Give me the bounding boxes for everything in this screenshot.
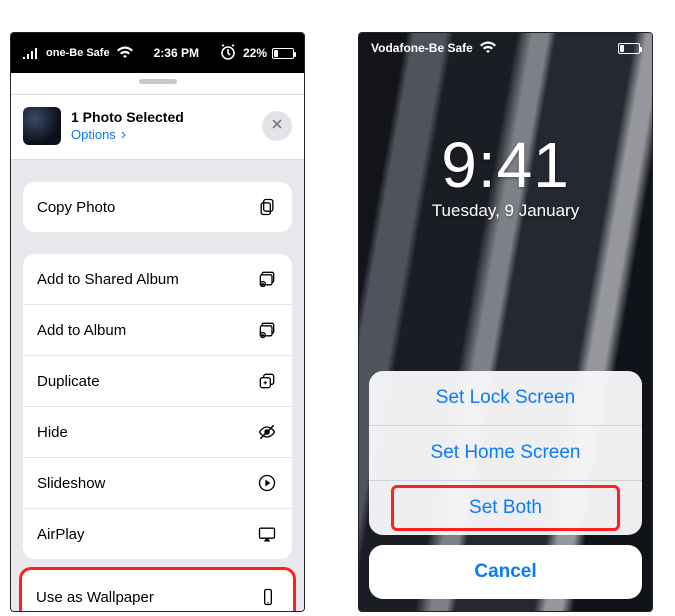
set-both-label: Set Both — [469, 497, 542, 518]
carrier-label: one-Be Safe — [46, 47, 110, 59]
options-link[interactable]: Options — [71, 127, 252, 144]
airplay-label: AirPlay — [37, 526, 85, 543]
add-shared-album-row[interactable]: Add to Shared Album — [23, 254, 292, 304]
duplicate-icon — [256, 370, 278, 392]
status-right: 22% — [218, 42, 294, 65]
status-time: 2:36 PM — [154, 46, 199, 60]
airplay-icon — [256, 523, 278, 545]
wallpaper-options-group: Set Lock Screen Set Home Screen Set Both — [369, 371, 642, 535]
add-album-row[interactable]: Add to Album — [23, 304, 292, 355]
wallpaper-preview-screenshot: Vodafone-Be Safe 9:41 Tuesday, 9 January… — [358, 32, 653, 612]
share-sheet-body: 1 Photo Selected Options Copy Photo — [11, 73, 304, 611]
set-lock-screen-button[interactable]: Set Lock Screen — [369, 371, 642, 425]
battery-icon — [272, 48, 294, 59]
use-as-wallpaper-label: Use as Wallpaper — [36, 589, 154, 606]
cellular-icon — [21, 42, 41, 65]
battery-icon — [618, 43, 640, 54]
add-album-label: Add to Album — [37, 322, 126, 339]
use-as-wallpaper-row[interactable]: Use as Wallpaper — [22, 570, 293, 612]
set-home-screen-label: Set Home Screen — [431, 442, 581, 463]
duplicate-label: Duplicate — [37, 373, 100, 390]
carrier-label: Vodafone-Be Safe — [371, 41, 473, 55]
cancel-button[interactable]: Cancel — [369, 545, 642, 599]
copy-photo-row[interactable]: Copy Photo — [23, 182, 292, 232]
share-sheet-screenshot: one-Be Safe 2:36 PM 22% 1 Photo Selected… — [10, 32, 305, 612]
wallpaper-action-sheet: Set Lock Screen Set Home Screen Set Both… — [369, 371, 642, 599]
close-icon — [270, 117, 284, 136]
airplay-row[interactable]: AirPlay — [23, 508, 292, 559]
action-group-1: Copy Photo — [23, 182, 292, 232]
shared-album-icon — [256, 268, 278, 290]
options-label: Options — [71, 127, 116, 144]
battery-pct: 22% — [243, 46, 267, 60]
set-home-screen-button[interactable]: Set Home Screen — [369, 425, 642, 480]
copy-photo-label: Copy Photo — [37, 199, 115, 216]
slideshow-row[interactable]: Slideshow — [23, 457, 292, 508]
photo-thumbnail[interactable] — [23, 107, 61, 145]
action-group-2: Add to Shared Album Add to Album Duplica… — [23, 254, 292, 559]
hide-label: Hide — [37, 424, 68, 441]
copy-photo-icon — [256, 196, 278, 218]
use-as-wallpaper-highlight: Use as Wallpaper — [19, 567, 296, 612]
slideshow-label: Slideshow — [37, 475, 105, 492]
share-sheet-header: 1 Photo Selected Options — [11, 95, 304, 160]
hide-icon — [256, 421, 278, 443]
status-bar: one-Be Safe 2:36 PM 22% — [11, 33, 304, 73]
duplicate-row[interactable]: Duplicate — [23, 355, 292, 406]
add-shared-album-label: Add to Shared Album — [37, 271, 179, 288]
lock-screen-clock: 9:41 Tuesday, 9 January — [359, 133, 652, 221]
lock-time: 9:41 — [359, 133, 652, 197]
play-icon — [256, 472, 278, 494]
wifi-icon — [478, 37, 498, 60]
add-album-icon — [256, 319, 278, 341]
cancel-label: Cancel — [474, 561, 536, 582]
status-bar: Vodafone-Be Safe — [359, 33, 652, 63]
status-left: one-Be Safe — [21, 42, 135, 65]
phone-icon — [257, 586, 279, 608]
lock-date: Tuesday, 9 January — [359, 201, 652, 221]
set-lock-screen-label: Set Lock Screen — [436, 387, 575, 408]
set-both-button[interactable]: Set Both — [369, 480, 642, 535]
alarm-icon — [218, 42, 238, 65]
wifi-icon — [115, 42, 135, 65]
hide-row[interactable]: Hide — [23, 406, 292, 457]
sheet-grabber[interactable] — [11, 73, 304, 95]
close-button[interactable] — [262, 111, 292, 141]
selection-title: 1 Photo Selected — [71, 108, 252, 126]
